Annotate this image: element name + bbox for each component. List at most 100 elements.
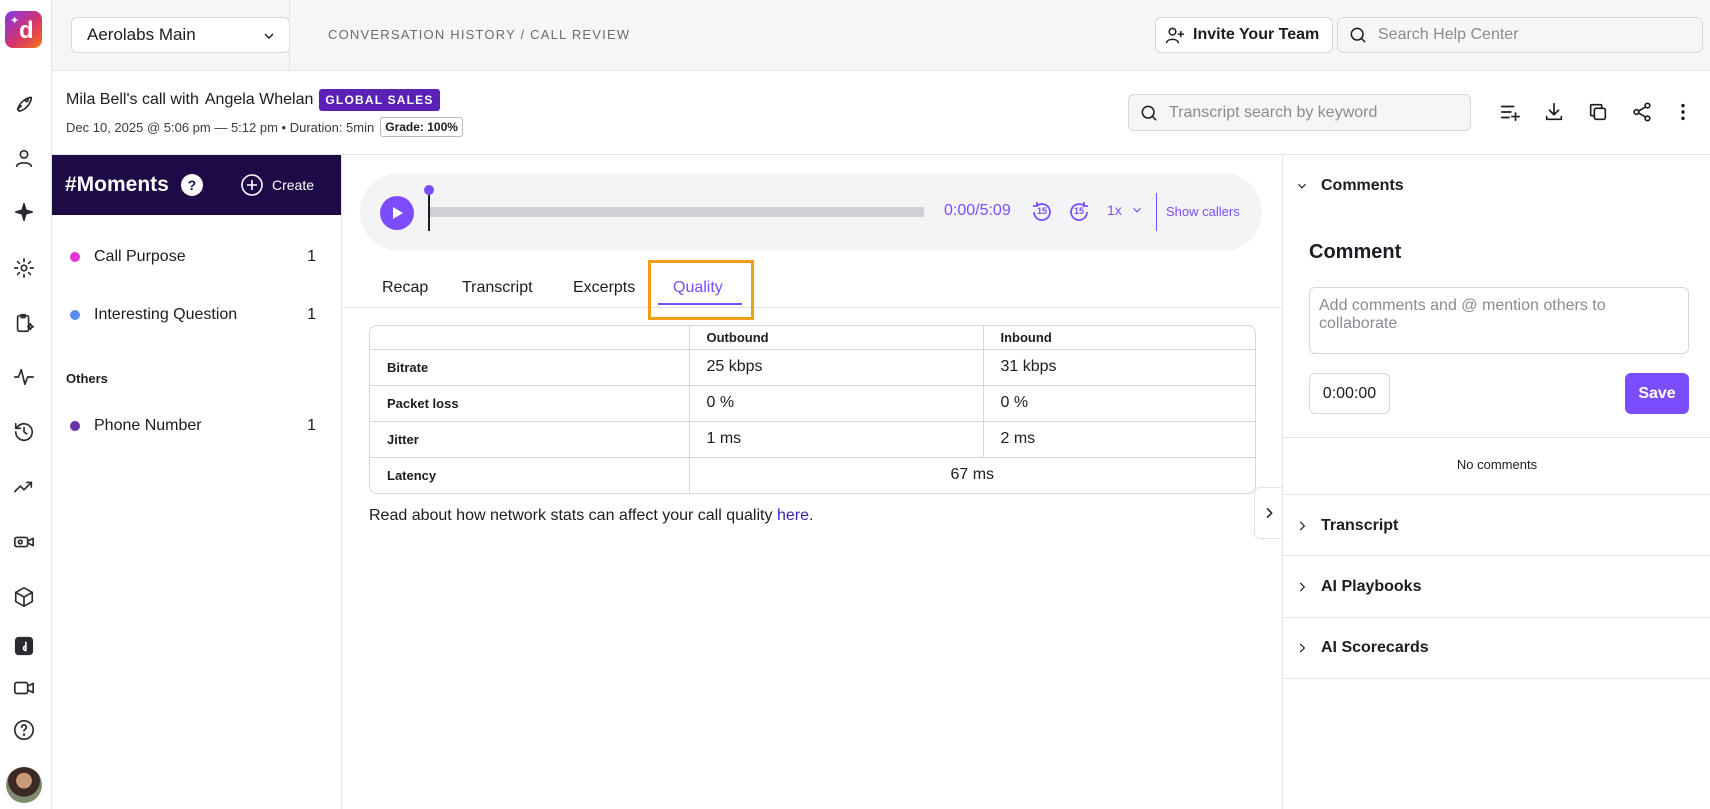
- invite-team-button[interactable]: Invite Your Team: [1155, 17, 1333, 53]
- comment-timestamp-field[interactable]: 0:00:00: [1309, 373, 1390, 414]
- playback-position-line: [428, 191, 430, 231]
- create-moment-button[interactable]: Create: [240, 173, 314, 197]
- call-callee[interactable]: Angela Whelan: [205, 91, 314, 109]
- team-badge: GLOBAL SALES: [319, 89, 440, 111]
- workspace-selector[interactable]: Aerolabs Main: [71, 17, 290, 53]
- moment-item-interesting-question[interactable]: Interesting Question 1: [52, 300, 342, 330]
- inbound-value: 31 kbps: [983, 349, 1255, 386]
- save-comment-button[interactable]: Save: [1625, 373, 1689, 414]
- ai-playbooks-section-label: AI Playbooks: [1321, 578, 1422, 595]
- cube-icon[interactable]: [12, 585, 36, 609]
- row-label: Bitrate: [370, 349, 690, 386]
- trending-up-icon[interactable]: [12, 475, 36, 499]
- tab-excerpts[interactable]: Excerpts: [573, 279, 635, 297]
- skip-forward-seconds: 15: [1073, 206, 1084, 216]
- play-button[interactable]: [380, 196, 414, 230]
- video-settings-icon[interactable]: [12, 530, 36, 554]
- column-header-inbound: Inbound: [983, 326, 1255, 350]
- moment-count: 1: [307, 248, 316, 265]
- table-row: Packet loss 0 % 0 %: [370, 385, 1255, 422]
- user-plus-icon: [1165, 27, 1185, 44]
- help-circle-icon[interactable]: [12, 718, 36, 742]
- no-comments-text: No comments: [1456, 457, 1538, 472]
- inbound-value: 2 ms: [983, 421, 1255, 458]
- skip-forward-button[interactable]: 15: [1066, 199, 1092, 225]
- comment-input[interactable]: [1319, 297, 1679, 344]
- left-nav-rail: ✦ d: [0, 0, 52, 809]
- tab-recap[interactable]: Recap: [382, 279, 428, 297]
- help-center-search[interactable]: [1337, 17, 1703, 53]
- plus-circle-icon: [241, 174, 263, 196]
- call-header: Mila Bell's call with Angela Whelan GLOB…: [52, 71, 1710, 155]
- moment-item-phone-number[interactable]: Phone Number 1: [52, 411, 342, 441]
- clipboard-sparkle-icon[interactable]: [12, 311, 36, 335]
- table-row: Bitrate 25 kbps 31 kbps: [370, 349, 1255, 386]
- moment-item-call-purpose[interactable]: Call Purpose 1: [52, 242, 342, 272]
- playback-time: 0:00/5:09: [944, 202, 1011, 219]
- column-header: [370, 326, 690, 350]
- playback-handle[interactable]: [424, 185, 434, 195]
- more-vertical-icon[interactable]: [1669, 98, 1697, 126]
- others-heading: Others: [66, 371, 108, 386]
- quality-table: Outbound Inbound Bitrate 25 kbps 31 kbps…: [369, 325, 1256, 494]
- workspace-name: Aerolabs Main: [87, 25, 196, 44]
- show-callers-button[interactable]: Show callers: [1166, 204, 1240, 219]
- divider: [1283, 555, 1710, 556]
- ai-playbooks-section-toggle[interactable]: AI Playbooks: [1295, 578, 1421, 596]
- user-avatar[interactable]: [6, 767, 42, 803]
- call-date-duration: Dec 10, 2025 @ 5:06 pm — 5:12 pm • Durat…: [66, 119, 375, 135]
- table-row: Latency 67 ms: [370, 457, 1255, 493]
- breadcrumb: CONVERSATION HISTORY / CALL REVIEW: [328, 27, 631, 42]
- outbound-value: 1 ms: [689, 421, 984, 458]
- create-label: Create: [272, 177, 315, 193]
- moments-help-icon[interactable]: ?: [180, 174, 203, 196]
- top-header: Aerolabs Main CONVERSATION HISTORY / CAL…: [52, 0, 1710, 71]
- chevron-right-icon: [1299, 643, 1306, 653]
- app-logo-icon[interactable]: ✦ d: [5, 11, 42, 48]
- invite-team-label: Invite Your Team: [1193, 26, 1320, 43]
- playlist-add-icon[interactable]: [1496, 98, 1524, 126]
- ai-scorecards-section-toggle[interactable]: AI Scorecards: [1295, 639, 1429, 657]
- moment-count: 1: [307, 306, 316, 323]
- moments-header: #Moments ? Create: [52, 155, 341, 215]
- help-center-search-input[interactable]: [1378, 26, 1678, 44]
- skip-back-button[interactable]: 15: [1029, 199, 1055, 225]
- comment-box[interactable]: [1309, 287, 1689, 354]
- playback-speed-select[interactable]: 1x: [1107, 202, 1144, 218]
- quality-tab-highlight: [648, 260, 754, 320]
- video-icon[interactable]: [12, 676, 36, 700]
- copy-icon[interactable]: [1584, 98, 1612, 126]
- quality-note-link[interactable]: here: [777, 507, 809, 524]
- right-panel: Comments Comment 0:00:00 Save No comment…: [1282, 155, 1710, 809]
- gear-icon[interactable]: [12, 256, 36, 280]
- panel-collapse-button[interactable]: [1254, 487, 1282, 539]
- search-icon: [1141, 105, 1157, 120]
- ai-scorecards-section-label: AI Scorecards: [1321, 639, 1429, 656]
- comments-section-label: Comments: [1321, 177, 1404, 194]
- divider: [1283, 494, 1710, 495]
- playback-track[interactable]: [428, 207, 924, 217]
- share-icon[interactable]: [1628, 98, 1656, 126]
- transcript-section-toggle[interactable]: Transcript: [1295, 517, 1398, 535]
- transcript-search-input[interactable]: [1169, 103, 1469, 122]
- outbound-value: 0 %: [689, 385, 984, 422]
- moment-dot: [70, 252, 80, 262]
- transcript-search[interactable]: [1128, 94, 1471, 131]
- dialpad-app-icon[interactable]: [12, 634, 36, 658]
- history-icon[interactable]: [12, 420, 36, 444]
- moment-label: Interesting Question: [94, 306, 238, 323]
- rocket-icon[interactable]: [12, 91, 36, 115]
- sparkle-icon[interactable]: [12, 200, 36, 224]
- table-row: Jitter 1 ms 2 ms: [370, 421, 1255, 458]
- row-label: Latency: [370, 457, 690, 493]
- column-header-outbound: Outbound: [689, 326, 984, 350]
- chevron-right-icon: [1299, 521, 1306, 531]
- moments-title: #Moments: [65, 173, 169, 196]
- tab-transcript[interactable]: Transcript: [462, 279, 533, 297]
- download-icon[interactable]: [1540, 98, 1568, 126]
- activity-icon[interactable]: [12, 365, 36, 389]
- quality-note-text: Read about how network stats can affect …: [369, 507, 777, 524]
- divider: [1283, 617, 1710, 618]
- user-icon[interactable]: [12, 146, 36, 170]
- comments-section-toggle[interactable]: Comments: [1295, 177, 1404, 195]
